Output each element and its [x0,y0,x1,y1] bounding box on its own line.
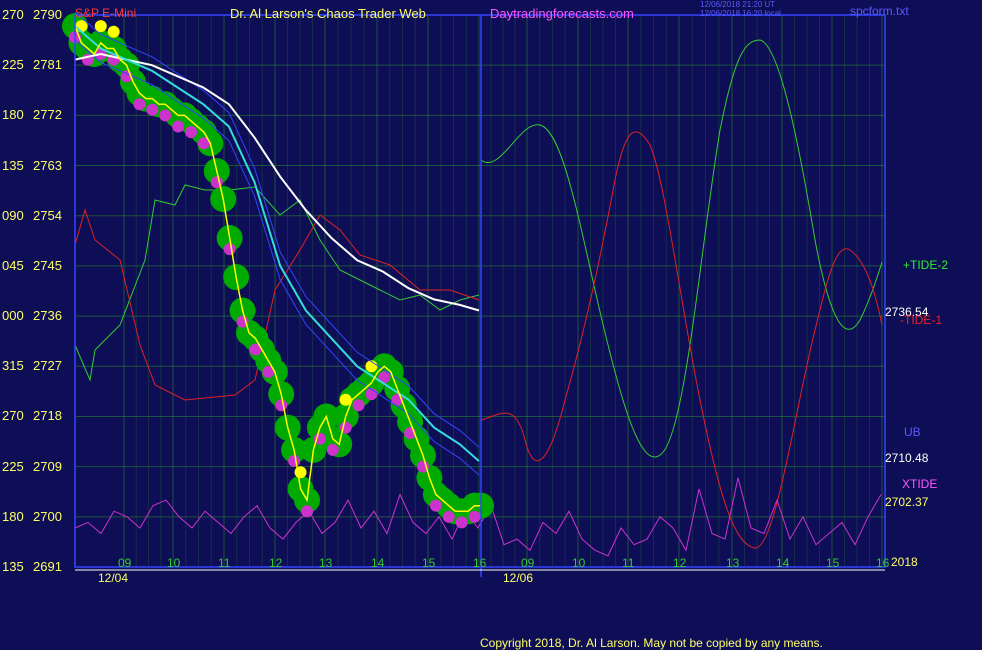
low-dot [326,443,339,456]
low-dot [275,399,288,412]
low-dot [185,126,197,139]
low-dot [455,516,468,529]
x-tick-hour: 10 [167,556,181,570]
low-dot [352,399,365,412]
y-axis-top-angle: 270 [2,7,24,22]
copyright-footer: Copyright 2018, Dr. Al Larson. May not b… [480,636,823,650]
chart-grid [75,14,885,568]
tide1-label: -TIDE-1 [900,313,942,327]
x-tick-hour: 12 [269,556,283,570]
tide-plus-left [74,184,480,382]
y-tick-price: 2727 [33,358,62,374]
x-tick-hour: 15 [422,556,436,570]
y-tick-angle: 135 [2,157,24,173]
y-tick-angle: 180 [2,508,24,524]
low-dot [288,455,301,468]
x-tick-hour: 15 [826,556,840,570]
low-dot [159,109,172,122]
y-tick-price: 2691 [33,559,62,574]
low-dot [146,103,159,116]
x-tick-hour: 11 [622,556,635,570]
low-dot [223,243,236,256]
x-tick-hour: 09 [118,556,132,570]
timestamp-local: 12/06/2018 16:20 local [700,9,781,18]
x-tick-hour: 12 [673,556,687,570]
site-link[interactable]: Daytradingforecasts.com [490,7,634,20]
x-tick-hour: 13 [726,556,740,570]
filename-label: spcform.txt [850,4,909,18]
y-tick-angle: 180 [2,107,24,123]
high-dot [294,466,307,479]
y-tick-angle: 090 [2,207,24,223]
tide-plus-right [480,39,883,458]
y-tick-price: 2763 [33,157,62,173]
y-tick-angle: 315 [2,358,24,374]
x-tick-hour: 16 [473,556,487,570]
x-date-1: 12/04 [98,571,129,585]
y-tick-price: 2790 [33,7,62,22]
high-dot [107,25,120,38]
y-tick-price: 2700 [33,508,62,524]
chart-title: Dr. Al Larson's Chaos Trader Web [230,6,426,21]
ub-label: UB [904,425,921,439]
low-dot [429,499,442,512]
y-tick-price: 2718 [33,408,62,424]
y-tick-price: 2781 [33,57,62,73]
x-tick-hour: 11 [218,556,231,570]
x-tick-hour: 14 [776,556,790,570]
x-tick-hour: 14 [371,556,385,570]
timestamp-utc: 12/06/2018 21:20 UT [700,0,776,9]
x-tick-hour: 13 [319,556,333,570]
y-tick-angle: 045 [2,257,24,273]
ub-value: 2710.48 [885,451,929,465]
y-tick-angle: 000 [2,308,24,324]
x-date-2: 12/06 [503,571,534,585]
y-tick-price: 2736 [33,308,62,324]
tide2-label: +TIDE-2 [903,258,949,272]
x-tick-hour: 10 [572,556,586,570]
plot-border [74,14,886,568]
y-tick-price: 2745 [33,257,62,273]
x-tick-hour: 16 [876,556,890,570]
y-tick-angle: 225 [2,57,24,73]
x-tick-hour: 09 [521,556,535,570]
chart-plot [62,11,886,577]
y-tick-price: 2772 [33,107,62,123]
y-tick-angle: 270 [2,408,24,424]
y-tick-price: 2754 [33,207,62,223]
year-label: 2018 [891,555,918,569]
y-tick-angle: 225 [2,458,24,474]
y-tick-price: 2709 [33,458,62,474]
tide-minus-right [480,131,883,549]
y-tick-angle: 135 [2,559,24,574]
xtide-value: 2702.37 [885,495,929,509]
symbol-label: S&P E-Mini [75,6,137,20]
low-dot [442,510,455,523]
low-dot [468,510,481,523]
low-dot [301,505,313,518]
xtide-label: XTIDE [902,477,938,491]
price-band [62,13,494,529]
low-dot [172,120,185,133]
low-dot [133,98,146,111]
